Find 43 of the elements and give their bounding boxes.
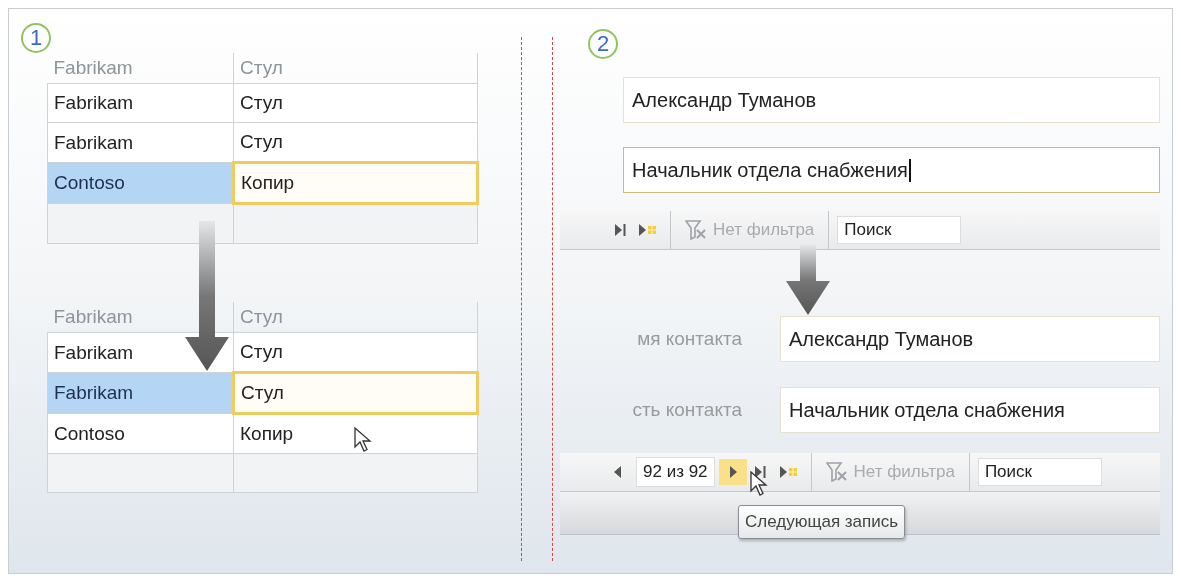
table-cell[interactable]: Fabrikam xyxy=(47,372,234,414)
last-record-icon xyxy=(755,466,767,478)
table-cell[interactable]: Fabrikam xyxy=(47,122,234,163)
mouse-pointer-icon xyxy=(354,427,372,453)
table-cell[interactable]: Копир xyxy=(233,413,478,454)
table-cell: Стул xyxy=(233,53,478,84)
table-cell: Fabrikam xyxy=(47,53,234,84)
table-cell[interactable]: Стул xyxy=(233,332,478,373)
new-row-cell[interactable] xyxy=(47,203,234,244)
text-field[interactable]: Александр Туманов xyxy=(780,316,1160,362)
table-cell: Стул xyxy=(233,302,478,333)
table-cell[interactable]: Стул xyxy=(233,83,478,123)
table-cell[interactable]: Contoso xyxy=(47,413,234,454)
mouse-pointer-icon xyxy=(750,471,768,497)
new-record-icon xyxy=(779,466,798,478)
field-label: мя контакта xyxy=(636,328,742,350)
field-label: сть контакта xyxy=(631,399,742,421)
down-arrow-icon xyxy=(786,245,830,315)
new-row-cell[interactable] xyxy=(47,453,234,493)
next-record-icon xyxy=(728,466,737,478)
table-cell[interactable]: Стул xyxy=(233,122,478,163)
table-cell[interactable]: Fabrikam xyxy=(47,83,234,123)
step-number: 1 xyxy=(21,23,51,53)
new-row-cell[interactable] xyxy=(233,203,478,244)
step-number: 2 xyxy=(588,29,618,59)
last-record-icon xyxy=(614,224,626,236)
tooltip: Следующая запись xyxy=(738,505,906,539)
filter-icon xyxy=(685,220,707,240)
search-field[interactable]: Поиск xyxy=(837,216,962,244)
down-arrow-icon xyxy=(185,221,229,371)
text-field[interactable]: Начальник отдела снабжения xyxy=(623,147,1160,193)
record-number-field[interactable]: 92 из 92 xyxy=(636,457,715,487)
text-field[interactable]: Начальник отдела снабжения xyxy=(780,387,1160,433)
table-cell[interactable]: Стул xyxy=(233,372,478,414)
new-row-cell[interactable] xyxy=(233,453,478,493)
table-cell[interactable]: Contoso xyxy=(47,162,234,204)
table-cell[interactable]: Копир xyxy=(233,162,478,204)
filter-icon xyxy=(825,462,848,482)
new-record-icon xyxy=(639,224,657,236)
search-field[interactable]: Поиск xyxy=(977,458,1102,486)
text-field[interactable]: Александр Туманов xyxy=(623,77,1160,123)
next-record-button[interactable] xyxy=(718,459,747,485)
previous-record-icon xyxy=(614,466,622,478)
